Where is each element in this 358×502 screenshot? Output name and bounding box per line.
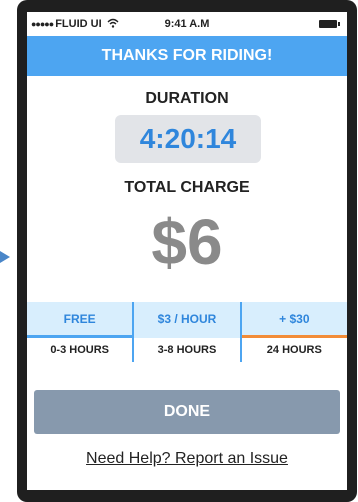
pricing-tier-range: 24 HOURS	[241, 338, 347, 362]
pricing-tier-name: $3 / HOUR	[134, 302, 240, 335]
battery-icon	[319, 20, 340, 28]
page-title: THANKS FOR RIDING!	[27, 36, 347, 76]
total-charge-value: $6	[151, 206, 223, 278]
duration-value: 4:20:14	[115, 115, 261, 163]
phone-screen: ●●●●● FLUID UI 9:41 A.M THANKS FOR RIDIN…	[27, 12, 347, 490]
status-time: 9:41 A.M	[164, 18, 210, 30]
duration-label: DURATION	[145, 90, 229, 107]
total-charge-label: TOTAL CHARGE	[124, 179, 250, 196]
pricing-tier-name: FREE	[27, 302, 133, 335]
pricing-tier-hourly: $3 / HOUR 3-8 HOURS	[132, 302, 240, 362]
phone-frame: ●●●●● FLUID UI 9:41 A.M THANKS FOR RIDIN…	[17, 0, 357, 502]
pricing-tier-range: 3-8 HOURS	[134, 338, 240, 362]
pointer-arrow-icon	[0, 251, 10, 263]
pricing-tier-daily: + $30 24 HOURS	[239, 302, 347, 362]
pricing-tiers: FREE 0-3 HOURS $3 / HOUR 3-8 HOURS + $30…	[27, 302, 347, 362]
pricing-tier-range: 0-3 HOURS	[27, 338, 133, 362]
pricing-tier-free: FREE 0-3 HOURS	[27, 302, 133, 362]
status-bar: ●●●●● FLUID UI 9:41 A.M	[27, 12, 347, 36]
report-issue-link[interactable]: Need Help? Report an Issue	[27, 450, 347, 468]
done-button[interactable]: DONE	[34, 390, 340, 434]
pricing-tier-name: + $30	[241, 302, 347, 335]
